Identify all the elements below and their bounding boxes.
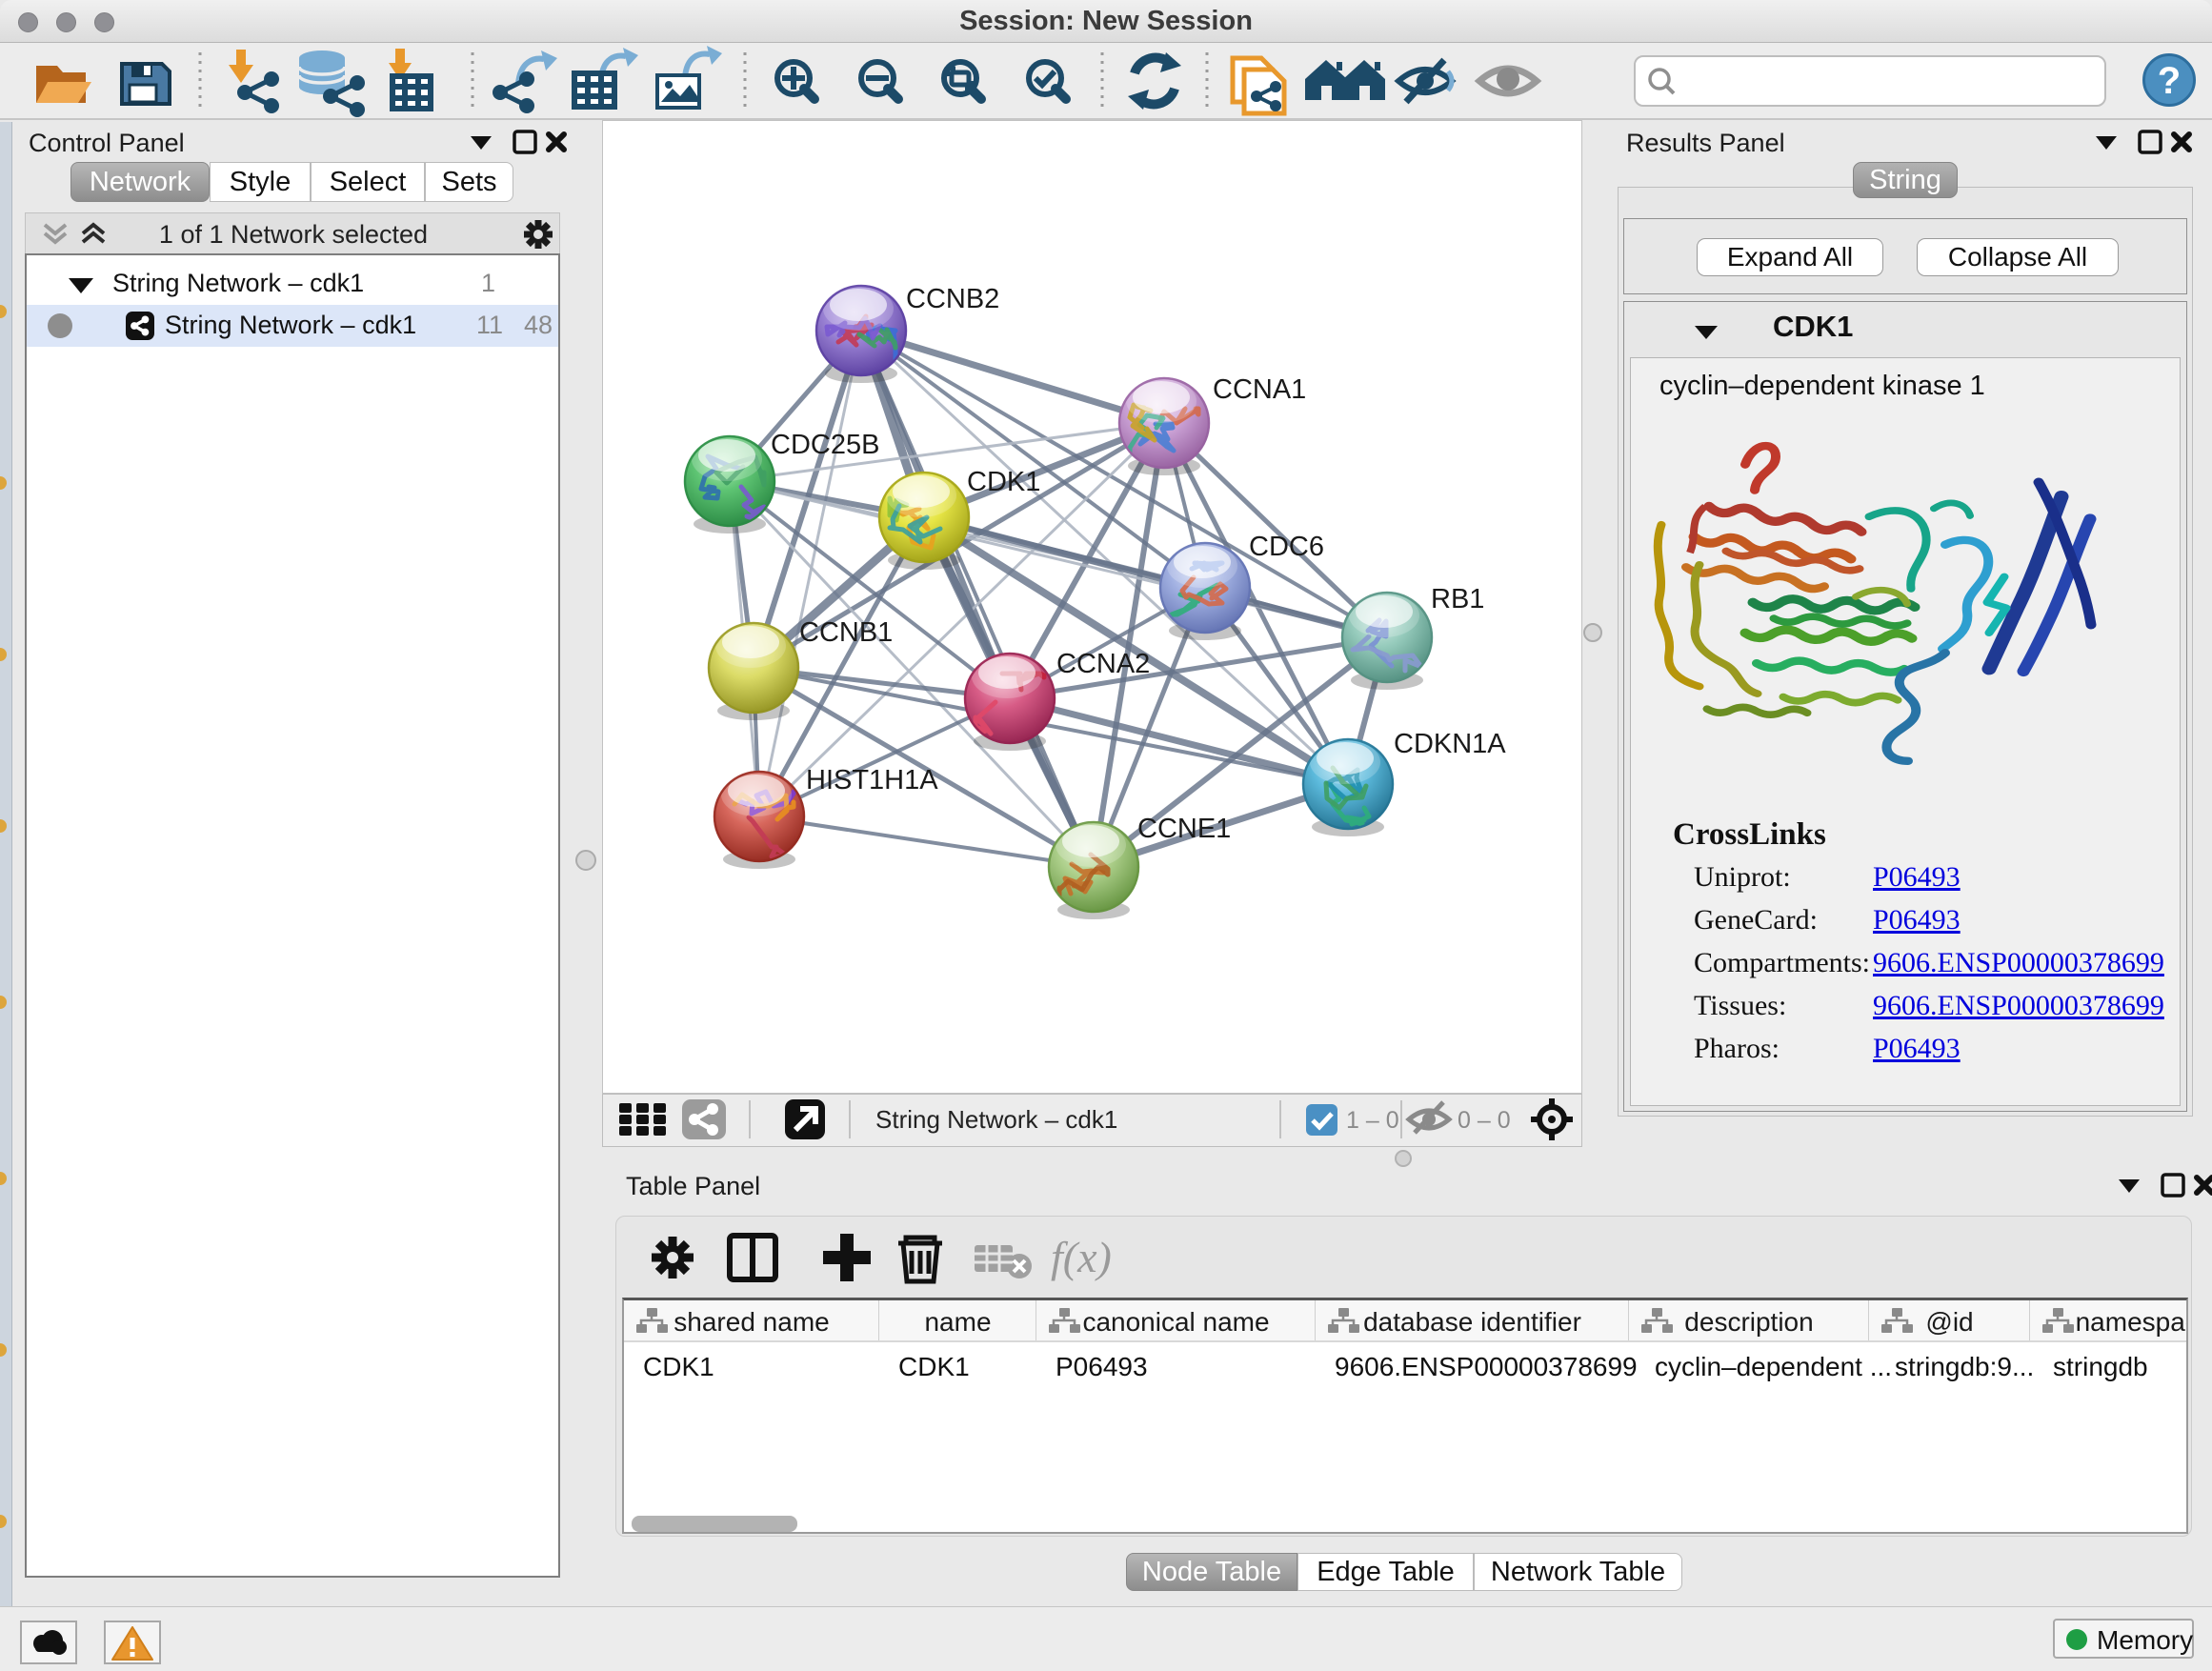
svg-text:String Network – cdk1: String Network – cdk1 <box>875 1105 1117 1134</box>
svg-text:CDC25B: CDC25B <box>771 430 879 460</box>
svg-text:CDKN1A: CDKN1A <box>1394 729 1506 759</box>
svg-text:RB1: RB1 <box>1431 584 1484 614</box>
svg-text:CCNE1: CCNE1 <box>1137 814 1231 844</box>
svg-text:CCNA1: CCNA1 <box>1213 374 1306 405</box>
svg-text:CCNB1: CCNB1 <box>799 617 893 648</box>
svg-text:CDK1: CDK1 <box>967 467 1040 497</box>
svg-text:f(x): f(x) <box>1051 1233 1112 1281</box>
svg-text:HIST1H1A: HIST1H1A <box>806 765 938 795</box>
svg-text:CCNB2: CCNB2 <box>906 284 999 314</box>
svg-text:CCNA2: CCNA2 <box>1056 649 1150 679</box>
svg-text:0 – 0: 0 – 0 <box>1458 1107 1511 1134</box>
svg-text:CDC6: CDC6 <box>1249 532 1324 562</box>
svg-text:1 – 0: 1 – 0 <box>1346 1107 1399 1134</box>
